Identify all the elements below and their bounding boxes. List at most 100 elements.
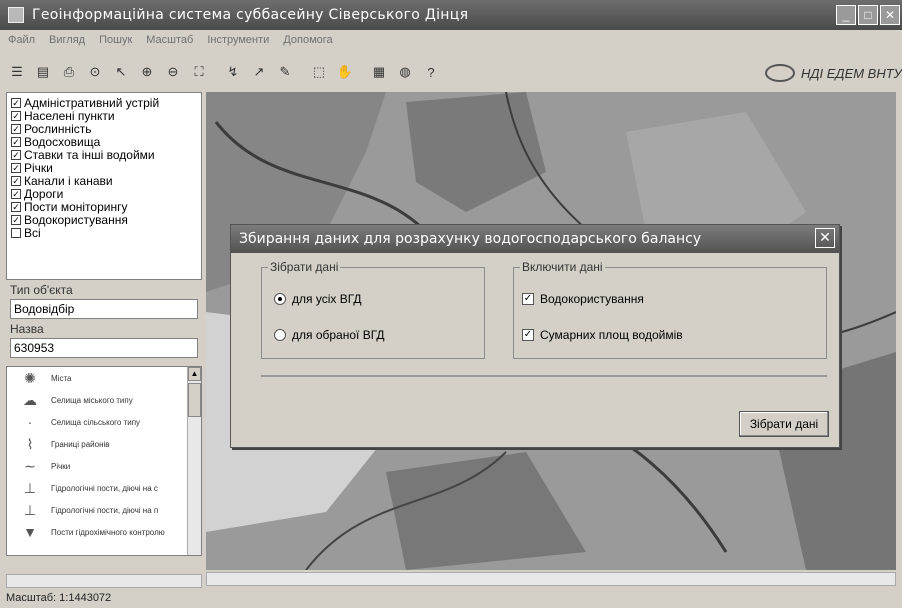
layer-item[interactable]: ✓ Водокористування: [11, 213, 197, 227]
zoom-in-icon[interactable]: ⊕: [136, 61, 158, 83]
check-water-use[interactable]: ✓ Водокористування: [522, 292, 644, 306]
checkbox[interactable]: ✓: [522, 329, 534, 341]
layer-item[interactable]: ✓ Населені пункти: [11, 109, 197, 123]
layer-item[interactable]: ✓ Пости моніторингу: [11, 200, 197, 214]
checkbox[interactable]: ✓: [11, 162, 21, 173]
identify-icon[interactable]: ↗: [248, 61, 270, 83]
scale-status: Масштаб: 1:1443072: [6, 592, 112, 604]
layer-item[interactable]: ✓ Адміністративний устрій: [11, 96, 197, 110]
layer-item[interactable]: Всі: [11, 226, 197, 240]
help-icon[interactable]: ?: [420, 61, 442, 83]
hydro-post-icon: ⊥: [23, 501, 37, 518]
measure-icon[interactable]: ↯: [222, 61, 244, 83]
legend-item: ⊥ Гідрологічні пости, діючі на с: [7, 477, 201, 499]
brand-text: НДІ ЕДЕМ ВНТУ: [800, 65, 902, 81]
zoom-out-icon[interactable]: ⊖: [162, 61, 184, 83]
globe-icon[interactable]: ◍: [394, 61, 416, 83]
scroll-up-icon[interactable]: ▲: [188, 367, 201, 381]
brand: НДІ ЕДЕМ ВНТУ: [764, 64, 902, 82]
select-area-icon[interactable]: ⬚: [308, 61, 330, 83]
collect-group-title: Зібрати дані: [268, 260, 341, 274]
urban-settlement-icon: ☁: [23, 391, 37, 408]
hydrochem-post-icon: ▼: [23, 524, 37, 540]
menu-view[interactable]: Вигляд: [49, 34, 85, 46]
window-title: Геоінформаційна система суббасейну Сівер…: [32, 7, 469, 23]
object-type-label: Тип об'єкта: [10, 283, 73, 297]
menu-search[interactable]: Пошук: [99, 34, 132, 46]
layer-item[interactable]: ✓ Ставки та інші водойми: [11, 148, 197, 162]
balance-dialog: Збирання даних для розрахунку водогоспод…: [230, 224, 840, 448]
city-icon: ✺: [24, 369, 36, 386]
legend-item: ✺ Міста: [7, 367, 201, 389]
scroll-thumb[interactable]: [188, 383, 201, 417]
legend-scrollbar[interactable]: ▲: [187, 367, 201, 555]
checkbox[interactable]: ✓: [11, 175, 21, 186]
report-icon[interactable]: ▦: [368, 61, 390, 83]
menu-scale[interactable]: Масштаб: [146, 34, 193, 46]
pan-icon[interactable]: ✋: [334, 61, 356, 83]
layer-list: ✓ Адміністративний устрій ✓ Населені пункт…: [6, 92, 202, 280]
legend-hscrollbar[interactable]: [6, 574, 202, 588]
map-legend: ✺ Міста ☁ Селища міського типу · Селища сіл…: [6, 366, 202, 556]
object-type-field[interactable]: Водовідбір: [10, 299, 198, 319]
district-border-icon: ⌇: [26, 435, 34, 452]
dialog-title: Збирання даних для розрахунку водогоспод…: [239, 231, 702, 247]
close-button[interactable]: ✕: [880, 5, 900, 25]
layer-item[interactable]: ✓ Водосховища: [11, 135, 197, 149]
checkbox[interactable]: ✓: [11, 214, 21, 225]
menu-tools[interactable]: Інструменти: [207, 34, 269, 46]
maximize-button[interactable]: □: [858, 5, 878, 25]
binoculars-icon[interactable]: ⊙: [84, 61, 106, 83]
menu-file[interactable]: Файл: [8, 34, 35, 46]
layer-item[interactable]: ✓ Канали і канави: [11, 174, 197, 188]
checkbox[interactable]: ✓: [11, 136, 21, 147]
select-icon[interactable]: ↖: [110, 61, 132, 83]
checkbox[interactable]: ✓: [11, 201, 21, 212]
checkbox[interactable]: ✓: [11, 123, 21, 134]
include-group-title: Включити дані: [520, 260, 605, 274]
dialog-close-button[interactable]: ✕: [815, 228, 835, 248]
collect-data-button[interactable]: Зібрати дані: [739, 411, 829, 437]
collect-group: Зібрати дані для усіх ВГД для обраної ВГ…: [261, 260, 485, 359]
title-bar: Геоінформаційна система суббасейну Сівер…: [0, 0, 902, 30]
check-reservoirs[interactable]: ✓ Сумарних площ водоймів: [522, 328, 683, 342]
status-bar: Масштаб: 1:1443072: [0, 592, 902, 608]
layer-item[interactable]: ✓ Дороги: [11, 187, 197, 201]
legend-item: ▼ Пости гідрохімічного контролю: [7, 521, 201, 543]
edit-icon[interactable]: ✎: [274, 61, 296, 83]
object-name-label: Назва: [10, 322, 44, 336]
object-name-field[interactable]: 630953: [10, 338, 198, 358]
checkbox[interactable]: ✓: [11, 110, 21, 121]
checkbox[interactable]: ✓: [11, 188, 21, 199]
include-group: Включити дані ✓ Водокористування ✓ Сумар…: [513, 260, 827, 359]
layer-item[interactable]: ✓ Річки: [11, 161, 197, 175]
legend-item: · Селища сільського типу: [7, 411, 201, 433]
rural-settlement-icon: ·: [27, 414, 33, 430]
layer-item[interactable]: ✓ Рослинність: [11, 122, 197, 136]
legend-item: ⌇ Границі районів: [7, 433, 201, 455]
menu-help[interactable]: Допомога: [283, 34, 332, 46]
radio-all-vgd[interactable]: для усіх ВГД: [274, 292, 362, 306]
river-icon: ∼: [24, 457, 36, 474]
checkbox[interactable]: ✓: [522, 293, 534, 305]
radio-button[interactable]: [274, 329, 286, 341]
minimize-button[interactable]: _: [836, 5, 856, 25]
hydro-post-icon: ⊥: [23, 479, 37, 496]
checkbox[interactable]: [11, 227, 21, 238]
radio-selected-vgd[interactable]: для обраної ВГД: [274, 328, 385, 342]
radio-button[interactable]: [274, 293, 286, 305]
database-icon[interactable]: ▤: [32, 61, 54, 83]
brand-logo: [764, 64, 795, 82]
left-pane: ✓ Адміністративний устрій ✓ Населені пункт…: [6, 92, 202, 588]
map-hscrollbar[interactable]: [206, 572, 896, 586]
layers-icon[interactable]: ☰: [6, 61, 28, 83]
print-icon[interactable]: ⎙: [58, 61, 80, 83]
menu-bar: Файл Вигляд Пошук Масштаб Інструменти До…: [0, 30, 902, 50]
checkbox[interactable]: ✓: [11, 97, 21, 108]
legend-item: ⊥ Гідрологічні пости, діючі на п: [7, 499, 201, 521]
dialog-title-bar: Збирання даних для розрахунку водогоспод…: [231, 225, 839, 253]
app-icon: [8, 7, 24, 23]
zoom-extent-icon[interactable]: ⛶: [188, 61, 210, 83]
checkbox[interactable]: ✓: [11, 149, 21, 160]
legend-item: ∼ Річки: [7, 455, 201, 477]
